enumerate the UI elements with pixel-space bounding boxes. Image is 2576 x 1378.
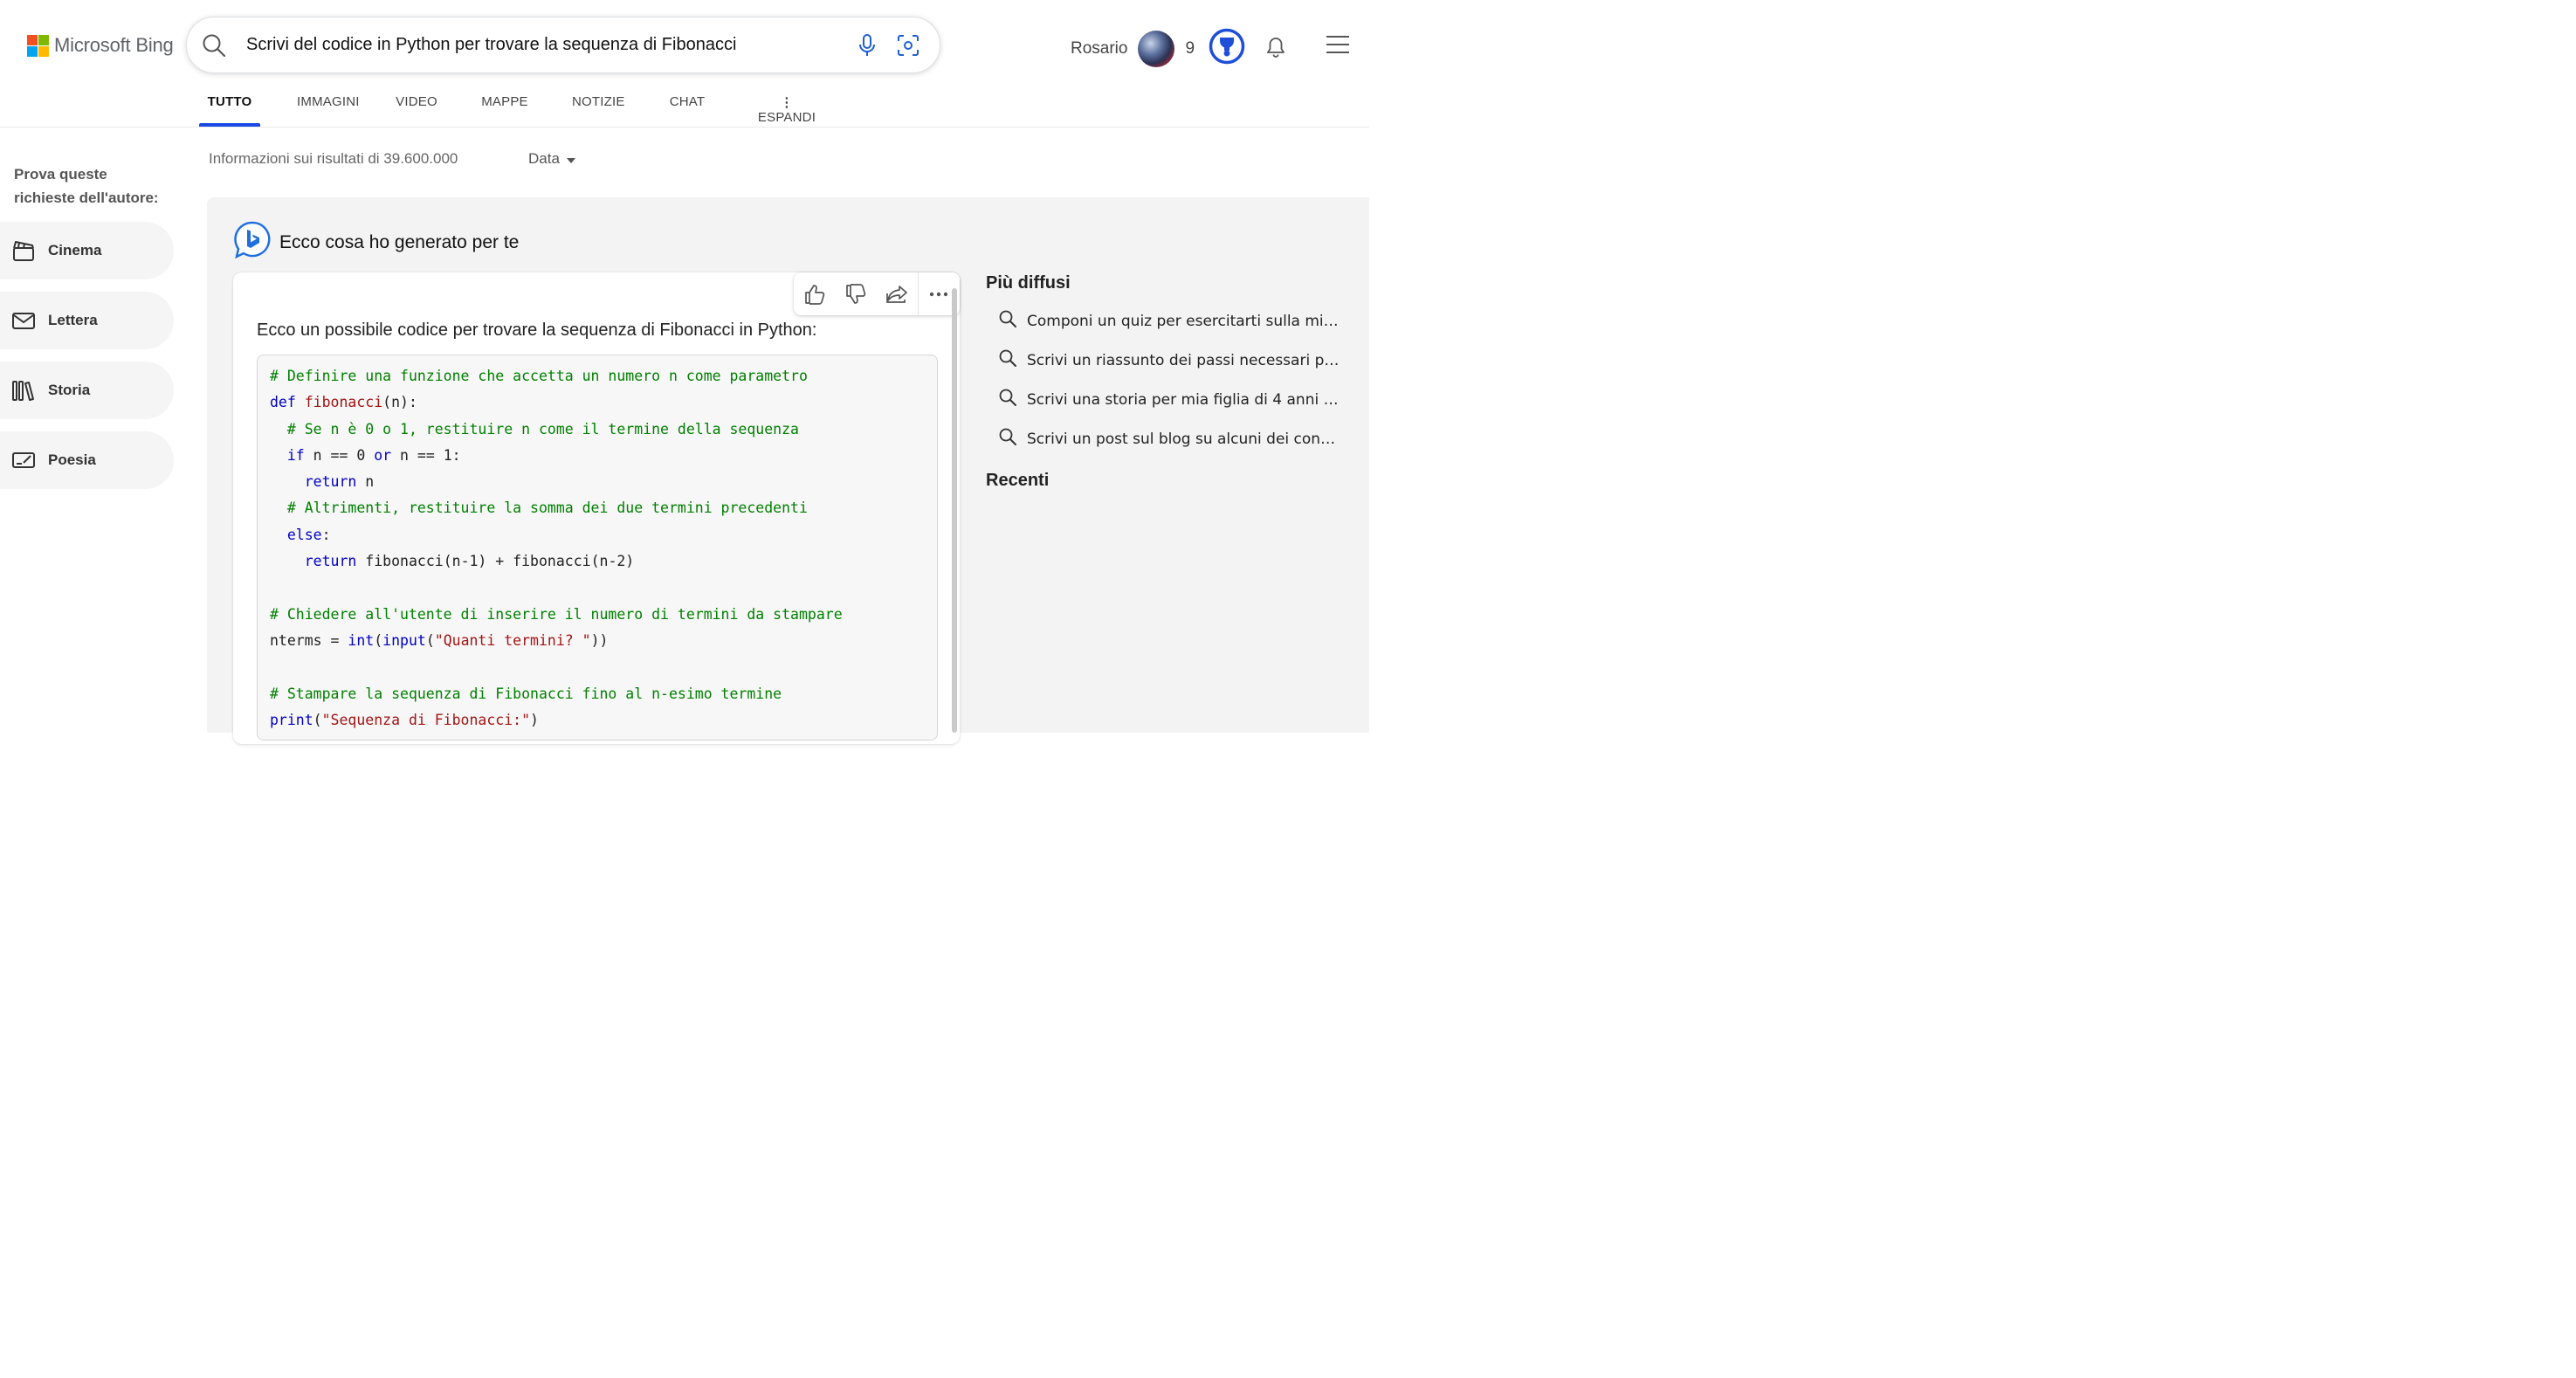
sidebar-item-poesia[interactable]: Poesia (0, 431, 174, 489)
microsoft-logo-icon (27, 34, 49, 57)
more-vertical-icon: ⋮ (780, 95, 794, 110)
tab-espandi[interactable]: ⋮ ESPANDI (751, 87, 823, 127)
popular-item[interactable]: Componi un quiz per esercitarti sulla mi… (986, 301, 1353, 341)
user-profile[interactable]: Rosario 9 (1071, 28, 1245, 69)
envelope-icon (10, 307, 37, 334)
user-name[interactable]: Rosario (1071, 39, 1127, 59)
thumbs-up-icon[interactable] (794, 272, 835, 315)
code-line: return n (304, 473, 375, 491)
search-icon[interactable] (202, 33, 226, 62)
clapperboard-icon (10, 238, 37, 264)
avatar[interactable] (1138, 30, 1175, 67)
brand-name: Microsoft Bing (54, 34, 174, 56)
search-icon (999, 310, 1016, 332)
search-icon (999, 428, 1016, 450)
tab-video[interactable]: VIDEO (395, 87, 438, 127)
answer-header-text: Ecco cosa ho generato per te (279, 231, 520, 252)
share-icon[interactable] (877, 272, 918, 315)
code-line: else: (286, 526, 331, 543)
code-line: # Stampare la sequenza di Fibonacci fino… (270, 685, 782, 702)
popular-heading: Più diffusi (986, 273, 1071, 293)
code-line: # Chiedere all'utente di inserire il num… (270, 605, 843, 623)
pen-card-icon (10, 447, 37, 473)
microphone-icon[interactable] (856, 33, 878, 62)
answer-intro-text: Ecco un possibile codice per trovare la … (257, 320, 817, 340)
tab-immagini[interactable]: IMMAGINI (297, 87, 359, 127)
hamburger-menu-icon[interactable] (1326, 35, 1350, 59)
search-input[interactable] (246, 29, 840, 60)
bing-chat-logo-icon (233, 221, 272, 264)
code-line: if n == 0 or n == 1: (286, 446, 461, 464)
rewards-medal-icon[interactable] (1209, 28, 1245, 69)
code-line: # Definire una funzione che accetta un n… (270, 368, 808, 384)
code-line: print("Sequenza di Fibonacci:") (270, 711, 539, 728)
sidebar-item-lettera[interactable]: Lettera (0, 292, 174, 349)
tab-chat[interactable]: CHAT (669, 87, 706, 127)
copilot-answer-header: Ecco cosa ho generato per te (233, 221, 519, 264)
sidebar-item-cinema[interactable]: Cinema (0, 222, 174, 279)
sidebar-item-storia[interactable]: Storia (0, 362, 174, 419)
sidebar-heading: Prova queste richieste dell'autore: (14, 166, 159, 206)
popular-item[interactable]: Scrivi un post sul blog su alcuni dei co… (986, 419, 1353, 458)
date-filter-dropdown[interactable]: Data (528, 150, 575, 168)
code-line: return fibonacci(n-1) + fibonacci(n-2) (304, 553, 635, 570)
code-line: # Altrimenti, restituire la somma dei du… (270, 500, 808, 517)
search-box[interactable] (186, 17, 940, 73)
caret-down-icon (566, 150, 575, 168)
rewards-points[interactable]: 9 (1185, 39, 1195, 59)
header: Microsoft Bing Rosario 9 TUTTO IMMAGINI … (0, 0, 1369, 127)
thumbs-down-icon[interactable] (835, 272, 876, 315)
popular-item[interactable]: Scrivi un riassunto dei passi necessari … (986, 341, 1353, 380)
search-icon (999, 349, 1016, 371)
tab-mappe[interactable]: MAPPE (481, 87, 528, 127)
visual-search-icon[interactable] (896, 33, 920, 62)
recent-heading: Recenti (986, 471, 1050, 490)
search-tabs: TUTTO IMMAGINI VIDEO MAPPE NOTIZIE CHAT … (199, 87, 823, 127)
popular-item[interactable]: Scrivi una storia per mia figlia di 4 an… (986, 380, 1353, 419)
results-count: Informazioni sui risultati di 39.600.000 (209, 150, 458, 167)
notifications-bell-icon[interactable] (1265, 36, 1286, 63)
popular-suggestions: Più diffusi Componi un quiz per esercita… (986, 272, 1353, 458)
books-icon (10, 377, 37, 403)
code-line: def fibonacci(n): (270, 394, 417, 411)
search-icon (999, 389, 1016, 410)
code-line: # Se n è 0 o 1, restituire n come il ter… (270, 420, 799, 438)
answer-actions-toolbar (794, 272, 960, 315)
code-block[interactable]: # Definire una funzione che accetta un n… (257, 355, 938, 741)
tab-notizie[interactable]: NOTIZIE (572, 87, 624, 127)
code-line: nterms = int(input("Quanti termini? ")) (270, 631, 609, 649)
answer-scrollbar[interactable] (952, 288, 957, 733)
tab-tutto[interactable]: TUTTO (199, 87, 260, 127)
author-suggestions-sidebar: Prova queste richieste dell'autore: Cine… (0, 162, 175, 501)
bing-logo[interactable]: Microsoft Bing (27, 34, 174, 57)
